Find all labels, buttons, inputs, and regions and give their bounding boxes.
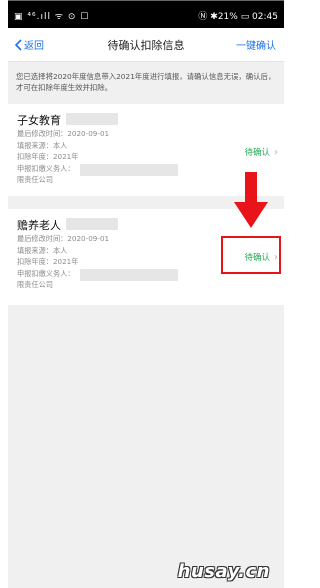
phone-screen: ▣ ⁴⁶.ıll ᯤ ⊙ ☐ Ⓝ ✱21% ▭ 02:45 返回 待确认扣除信息… <box>8 0 284 588</box>
deduction-year: 扣除年度：2021年 <box>17 152 79 161</box>
modified-time: 最后修改时间：2020-09-01 <box>17 129 110 138</box>
notice-text: 您已选择将2020年度信息带入2021年度进行填报，请确认信息无误，确认后，才可… <box>8 62 284 100</box>
record-title: 赡养老人 <box>17 219 61 232</box>
nav-bar: 返回 待确认扣除信息 一键确认 <box>8 28 284 62</box>
status-label: 待确认 <box>244 148 270 158</box>
status-bar: ▣ ⁴⁶.ıll ᯤ ⊙ ☐ Ⓝ ✱21% ▭ 02:45 <box>8 0 284 28</box>
record-details: 最后修改时间：2020-09-01 填报来源：本人 扣除年度：2021年 申报扣… <box>17 128 109 186</box>
status-icons-right: Ⓝ ✱21% ▭ 02:45 <box>198 12 278 22</box>
chevron-right-icon: › <box>274 146 278 158</box>
modified-time: 最后修改时间：2020-09-01 <box>17 234 110 243</box>
report-source: 填报来源：本人 <box>17 140 68 150</box>
annotation-highlight-box <box>221 236 281 274</box>
redacted-name <box>66 113 118 125</box>
empty-area <box>8 305 284 588</box>
redacted-company <box>80 269 178 281</box>
redacted-name <box>66 218 118 230</box>
deduction-year: 扣除年度：2021年 <box>17 257 79 266</box>
watermark: husay.cn <box>177 561 270 582</box>
report-source: 填报来源：本人 <box>17 245 68 255</box>
down-arrow-icon <box>234 172 268 228</box>
record-title: 子女教育 <box>17 114 61 127</box>
status-icons-left: ▣ ⁴⁶.ıll ᯤ ⊙ ☐ <box>14 12 90 22</box>
redacted-company <box>80 164 178 176</box>
record-details: 最后修改时间：2020-09-01 填报来源：本人 扣除年度：2021年 申报扣… <box>17 233 109 291</box>
confirm-all-button[interactable]: 一键确认 <box>236 37 276 52</box>
pending-status-link[interactable]: 待确认 › <box>244 146 278 159</box>
